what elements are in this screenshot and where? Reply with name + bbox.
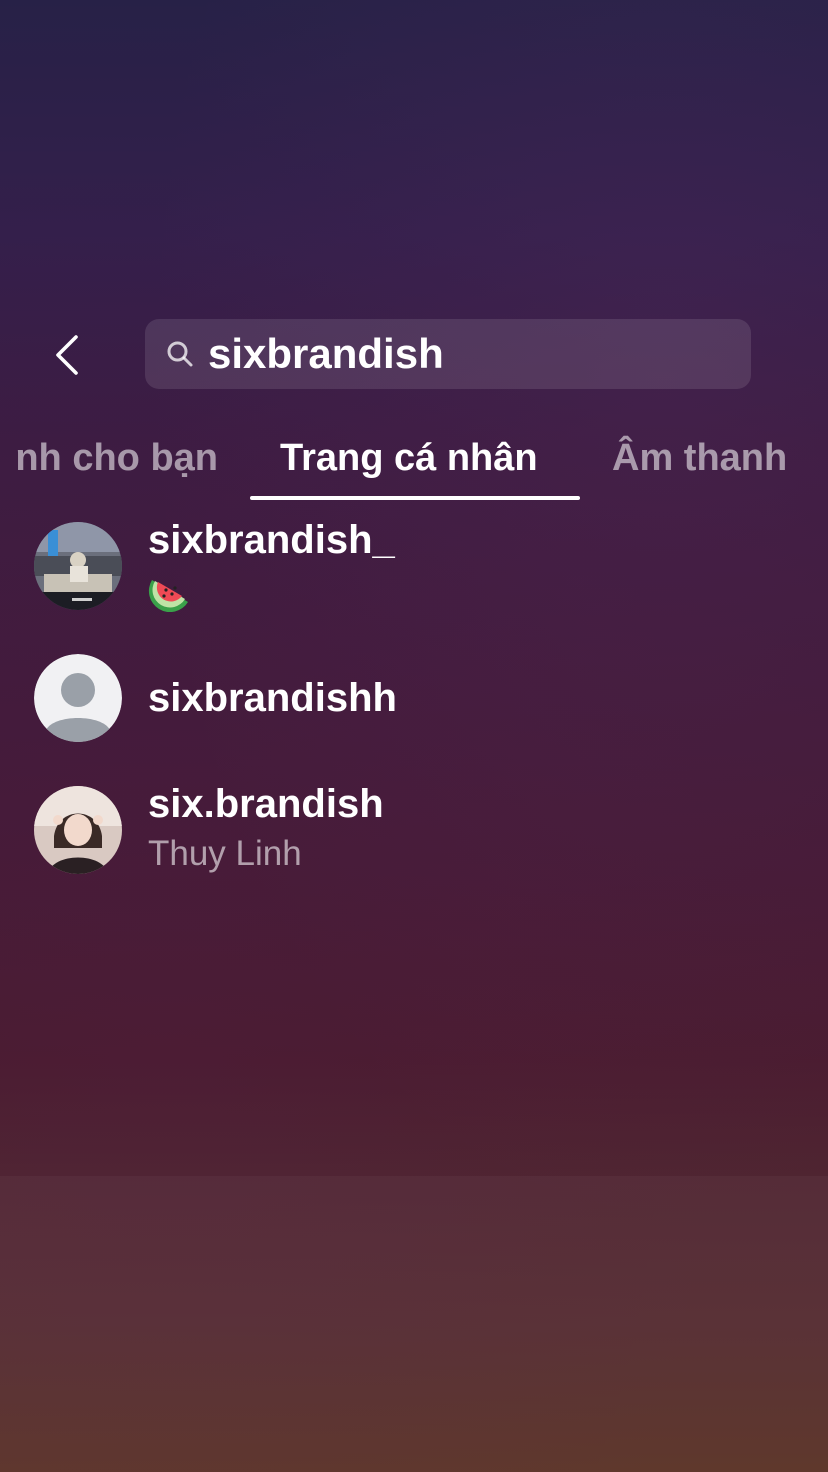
tab-bar: nh cho bạn Trang cá nhân Âm thanh <box>0 430 828 502</box>
search-input[interactable] <box>208 330 708 378</box>
active-tab-indicator <box>250 496 580 500</box>
back-button[interactable] <box>44 327 90 383</box>
background-lower-band <box>0 1176 828 1472</box>
default-avatar-icon[interactable] <box>34 654 122 742</box>
result-fullname: Thuy Linh <box>148 834 302 873</box>
result-username: sixbrandish_ <box>148 518 395 562</box>
avatar[interactable] <box>34 522 122 610</box>
search-icon <box>165 339 195 369</box>
result-username: sixbrandishh <box>148 676 397 720</box>
chevron-left-icon <box>56 335 78 375</box>
tab-audio[interactable]: Âm thanh <box>612 430 787 486</box>
tab-profiles[interactable]: Trang cá nhân <box>280 430 538 486</box>
search-bar[interactable] <box>145 319 751 389</box>
result-row[interactable]: six.brandish Thuy Linh <box>34 782 794 882</box>
avatar[interactable] <box>34 786 122 874</box>
tab-for-you[interactable]: nh cho bạn <box>15 430 218 486</box>
result-row[interactable]: sixbrandishh <box>34 654 794 750</box>
watermelon-icon <box>148 572 192 613</box>
result-username: six.brandish <box>148 782 384 826</box>
result-row[interactable]: sixbrandish_ <box>34 518 794 618</box>
